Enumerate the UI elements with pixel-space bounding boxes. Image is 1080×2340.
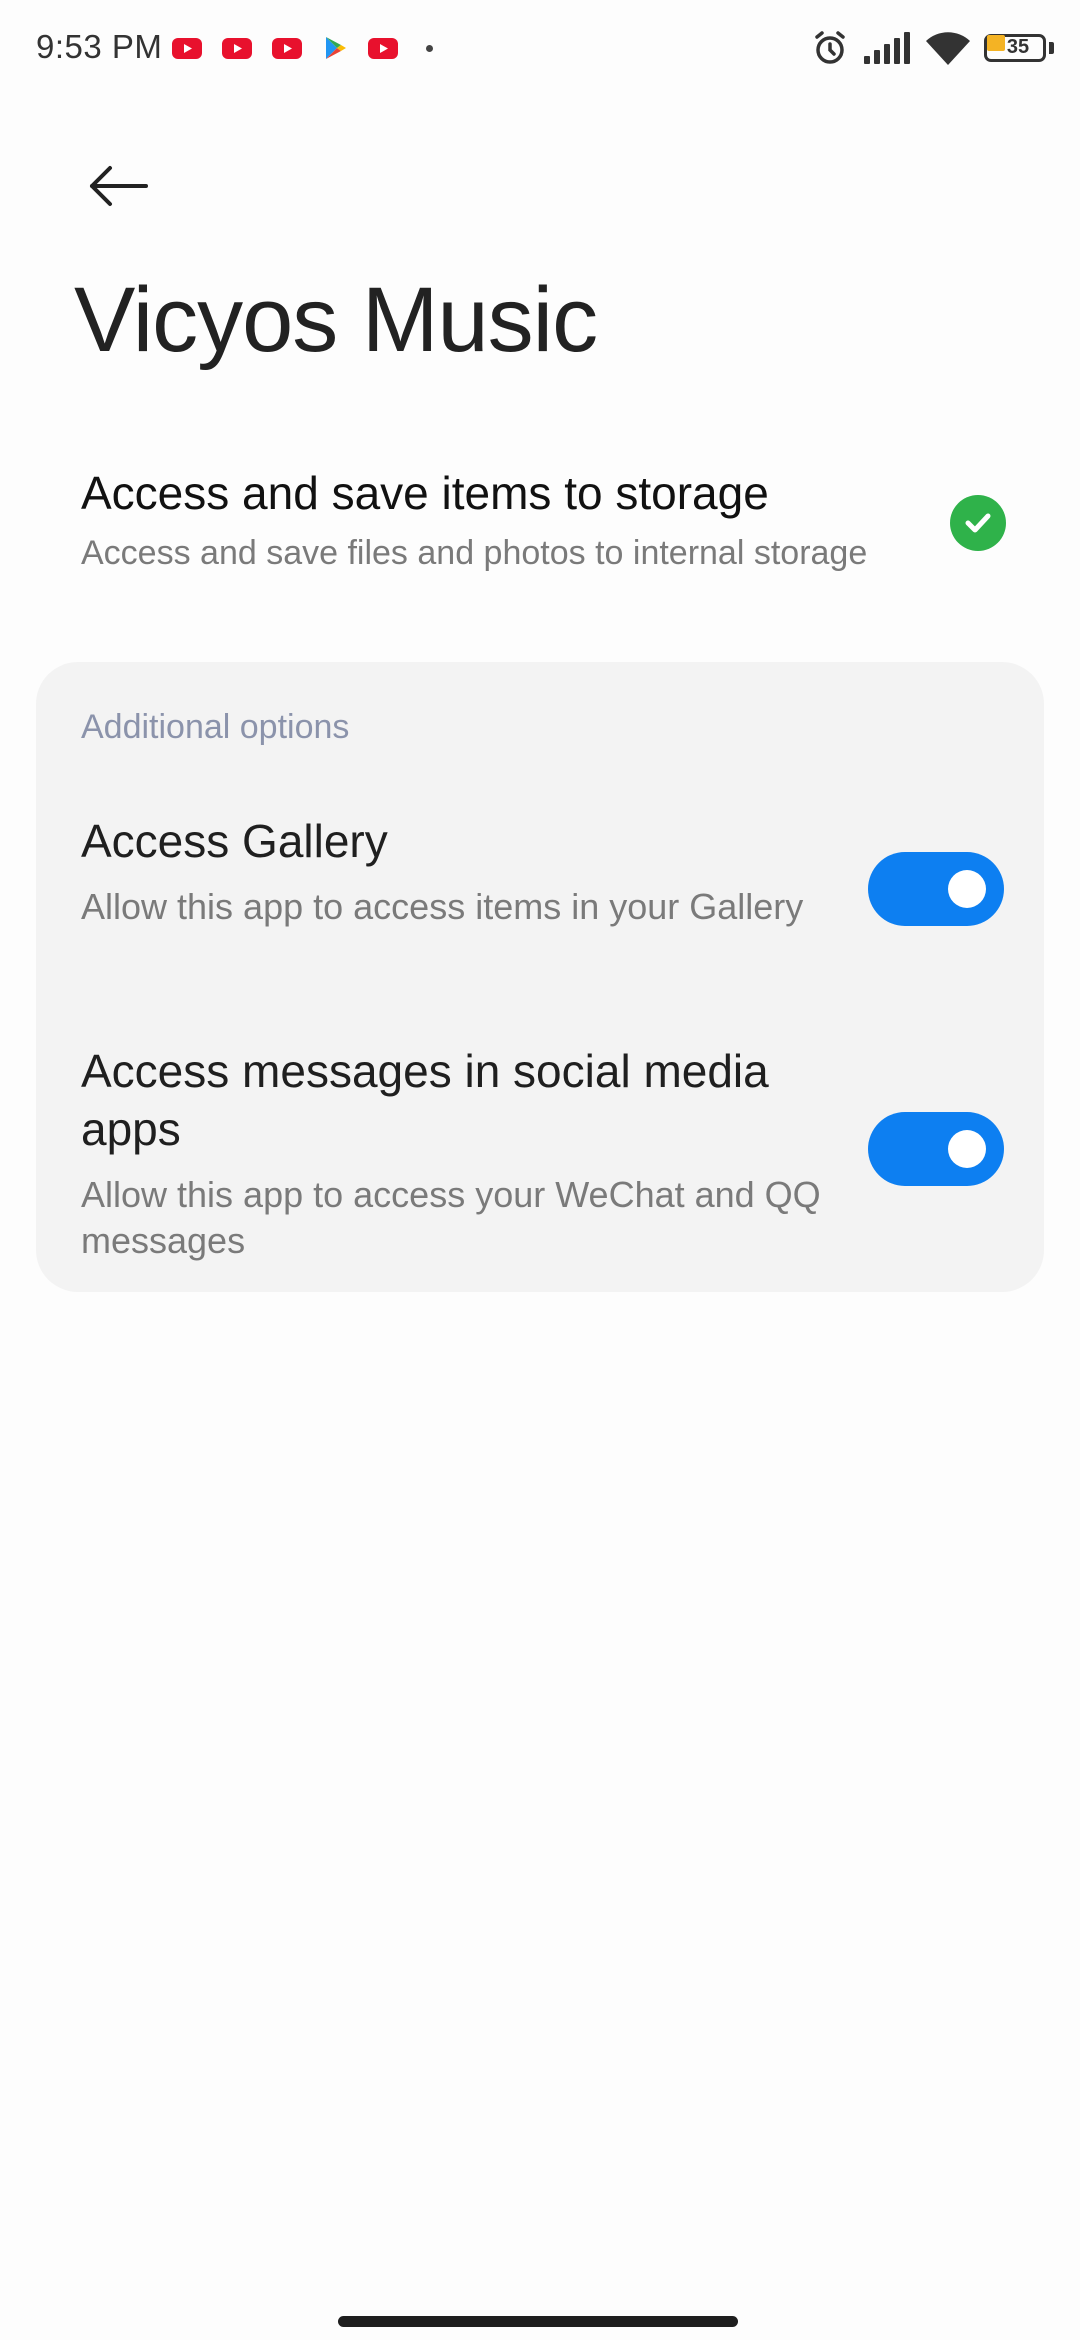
status-icons: 35 bbox=[796, 28, 1054, 68]
more-notifications-dot-icon bbox=[426, 44, 433, 52]
status-time: 9:53 PM bbox=[36, 28, 163, 65]
additional-options-header: Additional options bbox=[81, 708, 350, 746]
youtube-icon bbox=[272, 37, 302, 59]
option-description: Allow this app to access your WeChat and… bbox=[81, 1174, 821, 1261]
signal-icon bbox=[864, 32, 912, 64]
option-title: Access messages in social media apps bbox=[81, 1045, 769, 1155]
play-store-icon bbox=[322, 35, 348, 61]
wifi-icon bbox=[926, 31, 970, 65]
battery-level-label: 35 bbox=[1006, 36, 1030, 58]
status-bar: 9:53 PM 35 bbox=[0, 0, 1080, 96]
storage-permission-row[interactable]: Access and save items to storage Access … bbox=[0, 458, 1080, 608]
notification-icons bbox=[172, 36, 433, 60]
storage-permission-title: Access and save items to storage bbox=[81, 467, 769, 519]
additional-options-card: Additional options Access Gallery Allow … bbox=[36, 662, 1044, 1292]
toggle-knob bbox=[948, 870, 986, 908]
option-title: Access Gallery bbox=[81, 815, 388, 867]
youtube-icon bbox=[222, 37, 252, 59]
option-access-social-messages[interactable]: Access messages in social media apps All… bbox=[36, 1042, 1044, 1262]
option-access-gallery[interactable]: Access Gallery Allow this app to access … bbox=[36, 812, 1044, 992]
page-title: Vicyos Music bbox=[74, 269, 598, 371]
alarm-icon bbox=[810, 28, 850, 68]
youtube-icon bbox=[172, 37, 202, 59]
back-button[interactable] bbox=[72, 140, 164, 232]
access-gallery-toggle[interactable] bbox=[868, 852, 1004, 926]
battery-icon: 35 bbox=[984, 32, 1054, 64]
gesture-navigation-bar[interactable] bbox=[338, 2316, 738, 2327]
app-permissions-screen: 9:53 PM 35 Vicyos Music Access and save … bbox=[0, 0, 1080, 2340]
arrow-left-icon bbox=[90, 166, 148, 206]
check-circle-icon bbox=[950, 495, 1006, 551]
toggle-knob bbox=[948, 1130, 986, 1168]
option-description: Allow this app to access items in your G… bbox=[81, 886, 804, 927]
access-social-messages-toggle[interactable] bbox=[868, 1112, 1004, 1186]
storage-permission-description: Access and save files and photos to inte… bbox=[81, 534, 868, 572]
youtube-icon bbox=[368, 37, 398, 59]
